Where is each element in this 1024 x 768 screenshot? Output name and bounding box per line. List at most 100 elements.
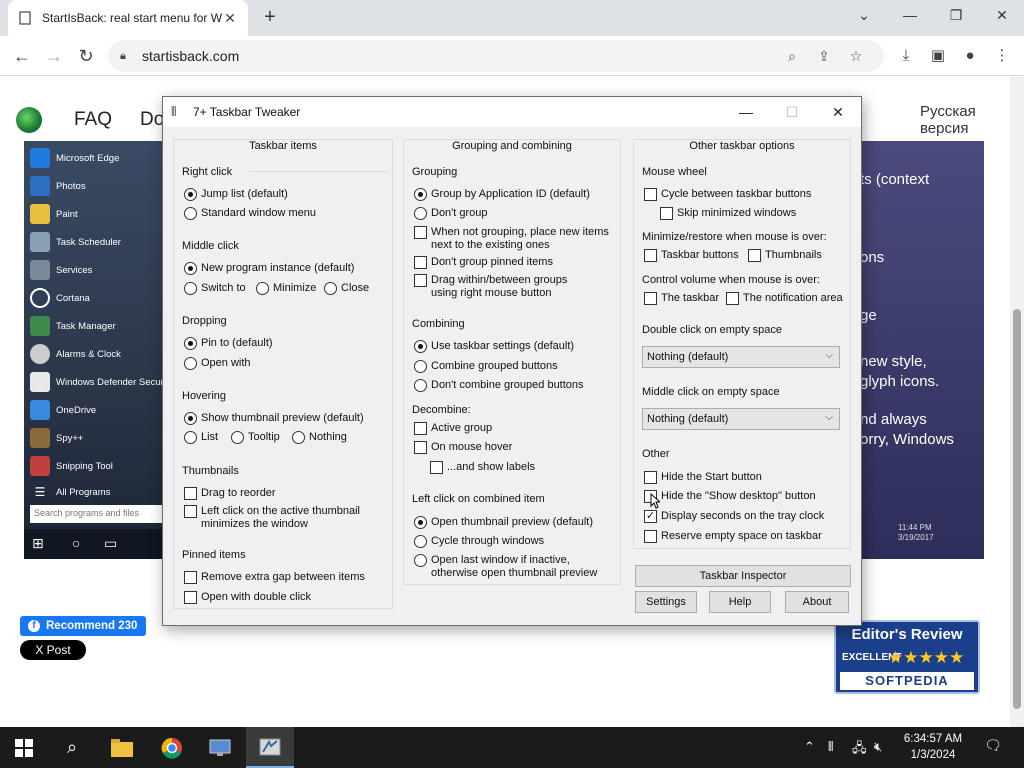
facebook-recommend-button[interactable]: f Recommend 230 bbox=[20, 616, 146, 636]
check-skip-minimized[interactable]: Skip minimized windows bbox=[660, 207, 796, 220]
group-label: Other bbox=[642, 448, 670, 460]
radio-use-taskbar-settings[interactable]: Use taskbar settings (default) bbox=[414, 340, 574, 353]
radio-new-instance[interactable]: New program instance (default) bbox=[184, 262, 354, 275]
forward-icon[interactable]: → bbox=[40, 42, 68, 70]
dialog-minimize-button[interactable]: — bbox=[723, 97, 769, 127]
softpedia-badge[interactable]: Editor's Review EXCELLENT ★★★★★ SOFTPEDI… bbox=[834, 620, 980, 694]
close-window-button[interactable]: ✕ bbox=[982, 4, 1022, 28]
middle-click-dropdown[interactable]: Nothing (default) ⌵ bbox=[642, 408, 840, 430]
group-label: Thumbnails bbox=[182, 465, 239, 477]
check-hide-start[interactable]: Hide the Start button bbox=[644, 471, 762, 484]
start-item-paint: Paint bbox=[30, 203, 78, 225]
check-reserve-space[interactable]: Reserve empty space on taskbar bbox=[644, 530, 822, 543]
chrome-icon[interactable] bbox=[148, 727, 196, 768]
double-click-dropdown[interactable]: Nothing (default) ⌵ bbox=[642, 346, 840, 368]
back-icon[interactable]: ← bbox=[8, 42, 36, 70]
radio-switch-to[interactable]: Switch to bbox=[184, 282, 246, 295]
side-panel-icon[interactable]: ▣ bbox=[924, 42, 952, 70]
reload-icon[interactable]: ↻ bbox=[72, 42, 100, 70]
check-place-next[interactable]: When not grouping, place new items next … bbox=[414, 226, 614, 252]
grouping-panel: Grouping and combining Grouping Group by… bbox=[403, 139, 621, 585]
page-scrollbar[interactable] bbox=[1010, 77, 1024, 727]
start-search-box: Search programs and files bbox=[30, 505, 170, 523]
about-button[interactable]: About bbox=[785, 591, 849, 613]
start-button[interactable] bbox=[0, 727, 48, 768]
site-logo[interactable] bbox=[16, 107, 42, 133]
radio-tooltip[interactable]: Tooltip bbox=[231, 431, 280, 444]
network-icon[interactable]: 🖧︎ bbox=[852, 739, 867, 761]
windows-taskbar: ⌕ ⌃ ⫴ 🖧︎ 🔇︎ 6:34:57 AM 1/3/2024 🗨︎ 1 bbox=[0, 727, 1024, 768]
check-volume-taskbar[interactable]: The taskbar bbox=[644, 292, 719, 305]
radio-close[interactable]: Close bbox=[324, 282, 369, 295]
download-icon[interactable]: ⤓ bbox=[892, 42, 920, 70]
check-on-mouse-hover[interactable]: On mouse hover bbox=[414, 441, 512, 454]
radio-jump-list[interactable]: Jump list (default) bbox=[184, 188, 288, 201]
x-post-button[interactable]: X Post bbox=[20, 640, 86, 660]
share-icon[interactable]: ⇪ bbox=[808, 48, 840, 65]
tab-title: StartIsBack: real start menu for W bbox=[42, 11, 222, 25]
check-active-group[interactable]: Active group bbox=[414, 422, 492, 435]
radio-open-thumbnail[interactable]: Open thumbnail preview (default) bbox=[414, 516, 593, 529]
bookmark-star-icon[interactable]: ☆ bbox=[840, 48, 872, 65]
scroll-thumb[interactable] bbox=[1013, 309, 1021, 709]
page-icon bbox=[19, 11, 31, 25]
volume-muted-icon[interactable]: 🔇︎ bbox=[874, 739, 882, 755]
nav-faq[interactable]: FAQ bbox=[74, 109, 112, 131]
check-drag-right-mouse[interactable]: Drag within/between groups using right m… bbox=[414, 274, 594, 300]
radio-dont-group[interactable]: Don't group bbox=[414, 207, 488, 220]
tray-clock[interactable]: 6:34:57 AM 1/3/2024 bbox=[898, 731, 968, 763]
zoom-search-icon[interactable]: ⌕ bbox=[776, 48, 808, 65]
russian-version-link[interactable]: Русская версия bbox=[920, 103, 1024, 137]
check-remove-gap[interactable]: Remove extra gap between items bbox=[184, 571, 365, 584]
radio-open-last-window[interactable]: Open last window if inactive, otherwise … bbox=[414, 554, 614, 580]
browser-tab[interactable]: StartIsBack: real start menu for W ✕ bbox=[8, 0, 248, 36]
settings-button[interactable]: Settings bbox=[635, 591, 697, 613]
radio-pin-to[interactable]: Pin to (default) bbox=[184, 337, 273, 350]
start-item-snipping: Snipping Tool bbox=[30, 455, 113, 477]
profile-avatar-icon[interactable]: ● bbox=[956, 42, 984, 70]
check-hide-show-desktop[interactable]: Hide the "Show desktop" button bbox=[644, 490, 816, 503]
check-volume-notification[interactable]: The notification area bbox=[726, 292, 843, 305]
clock-icon bbox=[30, 344, 50, 364]
radio-combine-grouped[interactable]: Combine grouped buttons bbox=[414, 360, 558, 373]
tab-close-icon[interactable]: ✕ bbox=[222, 10, 238, 27]
restore-button[interactable]: ❐ bbox=[936, 4, 976, 28]
check-display-seconds[interactable]: ✓ Display seconds on the tray clock bbox=[644, 510, 824, 523]
radio-thumbnail-preview[interactable]: Show thumbnail preview (default) bbox=[184, 412, 364, 425]
check-drag-reorder[interactable]: Drag to reorder bbox=[184, 487, 276, 500]
show-hidden-icons-chevron[interactable]: ⌃ bbox=[804, 739, 815, 755]
file-explorer-icon[interactable] bbox=[98, 727, 146, 768]
radio-list[interactable]: List bbox=[184, 431, 218, 444]
nav-download[interactable]: Do bbox=[140, 109, 164, 131]
ime-icon[interactable]: ⫴ bbox=[828, 739, 833, 755]
radio-nothing[interactable]: Nothing bbox=[292, 431, 347, 444]
minimize-button[interactable]: — bbox=[890, 4, 930, 28]
taskbar-tweaker-icon[interactable] bbox=[246, 727, 294, 768]
tab-search-icon[interactable]: ⌄ bbox=[844, 4, 884, 28]
omnibox[interactable]: 🔒︎ startisback.com ⌕ ⇪ ☆ bbox=[108, 40, 884, 72]
new-tab-button[interactable]: + bbox=[258, 6, 282, 30]
radio-dont-combine[interactable]: Don't combine grouped buttons bbox=[414, 379, 584, 392]
radio-open-with[interactable]: Open with bbox=[184, 357, 251, 370]
mouse-cursor-icon bbox=[650, 493, 660, 509]
remote-desktop-icon[interactable] bbox=[196, 727, 244, 768]
menu-kebab-icon[interactable]: ⋮ bbox=[988, 42, 1016, 70]
check-dont-group-pinned[interactable]: Don't group pinned items bbox=[414, 256, 553, 269]
check-show-labels[interactable]: ...and show labels bbox=[430, 461, 535, 474]
notification-center-icon[interactable]: 🗨︎ 1 bbox=[982, 737, 1004, 757]
check-thumbnails[interactable]: Thumbnails bbox=[748, 249, 822, 262]
search-icon[interactable]: ⌕ bbox=[48, 727, 96, 768]
cortana-icon bbox=[30, 288, 50, 308]
taskbar-inspector-button[interactable]: Taskbar Inspector bbox=[635, 565, 851, 587]
dialog-close-button[interactable]: ✕ bbox=[815, 97, 861, 127]
check-cycle-buttons[interactable]: Cycle between taskbar buttons bbox=[644, 188, 811, 201]
check-open-double-click[interactable]: Open with double click bbox=[184, 591, 311, 604]
radio-cycle-windows[interactable]: Cycle through windows bbox=[414, 535, 544, 548]
radio-group-by-appid[interactable]: Group by Application ID (default) bbox=[414, 188, 590, 201]
radio-minimize[interactable]: Minimize bbox=[256, 282, 316, 295]
group-label: Decombine: bbox=[412, 404, 471, 416]
check-taskbar-buttons[interactable]: Taskbar buttons bbox=[644, 249, 739, 262]
check-left-click-minimize[interactable]: Left click on the active thumbnail minim… bbox=[184, 505, 384, 531]
radio-standard-menu[interactable]: Standard window menu bbox=[184, 207, 316, 220]
help-button[interactable]: Help bbox=[709, 591, 771, 613]
